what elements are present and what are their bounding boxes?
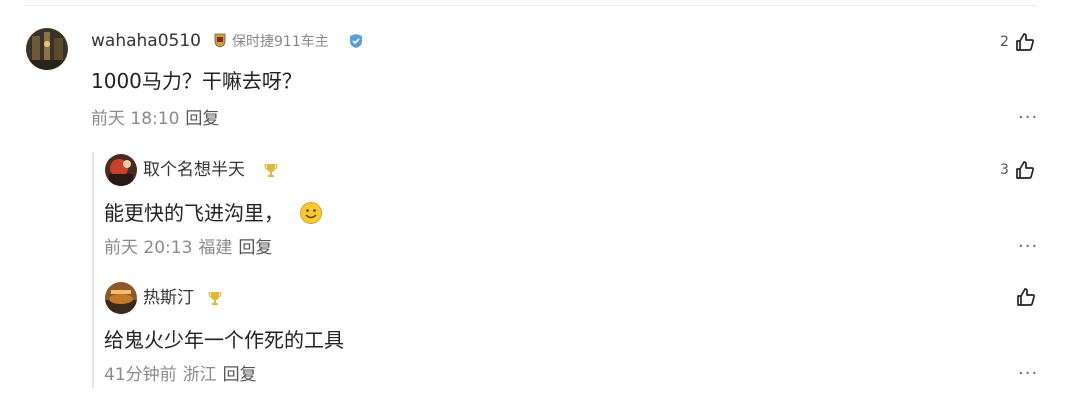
reply-button[interactable]: 回复 [223, 365, 257, 385]
like-button[interactable]: 3 [1000, 160, 1035, 180]
avatar[interactable] [26, 28, 68, 70]
verified-badge-icon [348, 33, 364, 53]
comment-text: 给鬼火少年一个作死的工具 [104, 328, 344, 352]
porsche-badge-icon [214, 33, 226, 52]
comment-meta: 前天 18:10 回复 [91, 108, 219, 130]
trophy-badge-icon [263, 162, 279, 182]
more-options-icon[interactable]: ··· [1018, 365, 1038, 383]
like-button[interactable]: 2 [1000, 32, 1035, 52]
comment-text: 能更快的飞进沟里， [104, 201, 284, 225]
comment-meta: 前天 20:13 福建 回复 [104, 237, 272, 259]
avatar[interactable] [105, 154, 137, 186]
reply-button[interactable]: 回复 [238, 238, 272, 258]
top-divider [24, 5, 1037, 6]
comment-text: 1000马力？干嘛去呀？ [91, 69, 302, 93]
reply-button[interactable]: 回复 [185, 109, 219, 129]
avatar[interactable] [105, 282, 137, 314]
car-owner-label: 保时捷911车主 [232, 34, 329, 50]
smile-emoji-icon [299, 201, 323, 229]
thumbs-up-icon [1016, 33, 1034, 51]
like-count: 3 [1000, 162, 1009, 178]
comment-time: 前天 18:10 [91, 109, 180, 129]
thumbs-up-icon [1016, 161, 1034, 179]
comment-time: 前天 20:13 [104, 238, 193, 258]
author-name[interactable]: wahaha0510 [91, 31, 201, 51]
trophy-badge-icon [207, 290, 223, 310]
comment-location: 福建 [198, 238, 233, 258]
reply-thread-line [92, 152, 94, 388]
author-name[interactable]: 热斯汀 [143, 288, 194, 308]
thumbs-up-icon [1017, 288, 1035, 306]
comment-meta: 41分钟前 浙江 回复 [104, 364, 257, 386]
more-options-icon[interactable]: ··· [1018, 238, 1038, 256]
more-options-icon[interactable]: ··· [1018, 109, 1038, 127]
author-name[interactable]: 取个名想半天 [143, 160, 245, 180]
comment-time: 41分钟前 [104, 365, 177, 385]
like-count: 2 [1000, 34, 1009, 50]
like-button[interactable] [1016, 287, 1036, 307]
comment-location: 浙江 [182, 365, 217, 385]
